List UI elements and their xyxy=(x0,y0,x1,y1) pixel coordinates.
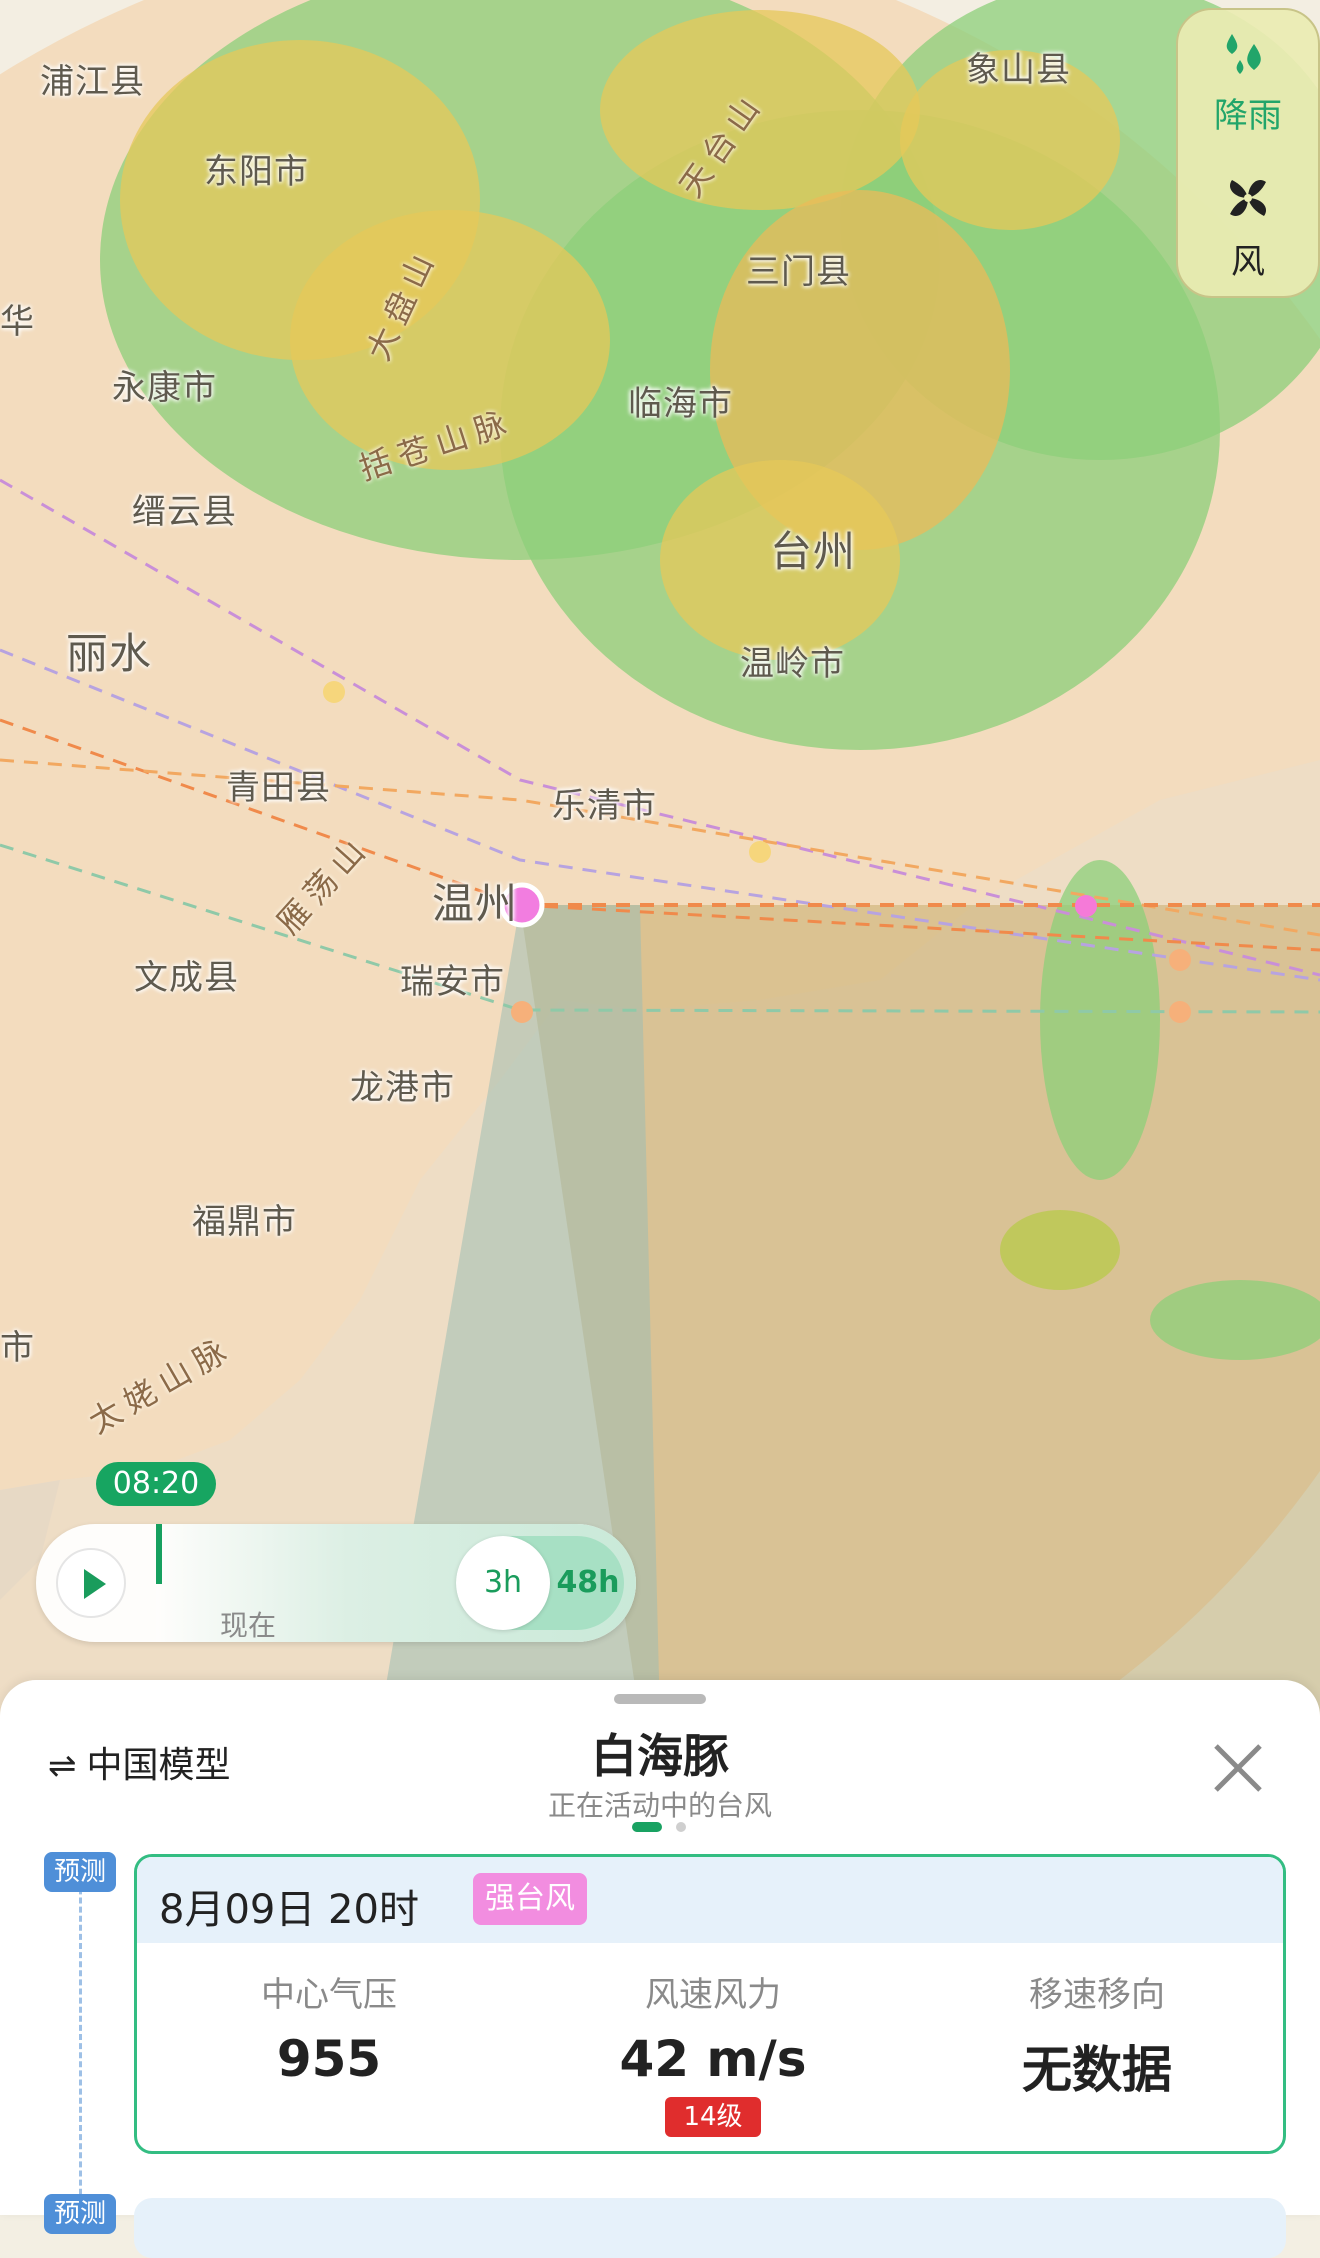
map-label: 温岭市 xyxy=(740,644,845,684)
map-label: 龙港市 xyxy=(350,1068,455,1108)
wind-stat: 风速风力 42 m/s xyxy=(521,1967,905,2088)
timeline-now-marker[interactable] xyxy=(156,1524,162,1584)
map-label: 浦江县 xyxy=(40,62,145,102)
typhoon-level-badge: 强台风 xyxy=(473,1873,587,1925)
weather-map[interactable]: 浦江县 东阳市 象山县 三门县 永康市 临海市 缙云县 台州 丽水 温岭市 青田… xyxy=(0,0,1320,1720)
raindrops-icon xyxy=(1226,34,1261,74)
play-button[interactable] xyxy=(56,1548,126,1618)
forecast-card-next[interactable] xyxy=(134,2198,1286,2258)
page-dot-active xyxy=(632,1822,662,1832)
close-icon[interactable] xyxy=(1210,1740,1266,1796)
wind-layer-button[interactable]: 风 xyxy=(1178,170,1318,283)
wind-value: 42 m/s xyxy=(619,2030,807,2088)
forecast-tag-next: 预测 xyxy=(44,2194,116,2234)
fan-icon xyxy=(1229,179,1267,217)
map-label: 三门县 xyxy=(746,252,851,292)
typhoon-name: 白海豚 xyxy=(591,1729,729,1783)
map-label: 瑞安市 xyxy=(400,962,505,1002)
range-48h-button[interactable]: 48h xyxy=(552,1536,624,1630)
map-label: 乐清市 xyxy=(552,786,657,826)
movement-stat: 移速移向 无数据 xyxy=(905,1967,1283,2102)
page-dot[interactable] xyxy=(676,1822,686,1832)
range-3h-button[interactable]: 3h xyxy=(456,1536,550,1630)
map-label: 市 xyxy=(0,1328,35,1368)
timeline-bar[interactable]: 现在 3h 48h xyxy=(36,1524,636,1642)
layer-toggle: 降雨 风 xyxy=(1176,8,1320,298)
movement-value: 无数据 xyxy=(1022,2041,1172,2099)
map-label: 象山县 xyxy=(966,50,1071,90)
play-icon xyxy=(84,1569,106,1599)
pressure-label: 中心气压 xyxy=(261,1975,397,2015)
typhoon-status: 正在活动中的台风 xyxy=(547,1789,772,1822)
map-label: 文成县 xyxy=(134,958,239,998)
map-label: 台州 xyxy=(770,527,857,576)
map-label: 丽水 xyxy=(66,629,153,678)
rain-layer-button[interactable]: 降雨 xyxy=(1178,30,1318,137)
movement-label: 移速移向 xyxy=(1029,1975,1165,2015)
map-label: 永康市 xyxy=(112,368,217,408)
wind-label: 风速风力 xyxy=(645,1975,781,2015)
current-time-badge: 08:20 xyxy=(96,1462,216,1506)
map-label: 华 xyxy=(0,302,35,342)
map-label: 缙云县 xyxy=(132,492,237,532)
wind-grade-badge: 14级 xyxy=(665,2097,761,2137)
pressure-stat: 中心气压 955 xyxy=(137,1967,521,2088)
now-label: 现在 xyxy=(220,1609,277,1642)
forecast-card-header: 8月09日 20时 强台风 xyxy=(137,1857,1283,1943)
forecast-datetime: 8月09日 20时 xyxy=(159,1887,419,1933)
typhoon-panel: ⇌ 中国模型 白海豚 正在活动中的台风 预测 8月09日 20时 强台风 中心气压… xyxy=(0,1680,1320,2258)
pressure-value: 955 xyxy=(276,2030,382,2088)
rain-layer-label: 降雨 xyxy=(1214,96,1282,136)
map-label: 福鼎市 xyxy=(192,1202,297,1242)
wind-layer-label: 风 xyxy=(1231,242,1265,282)
map-label: 东阳市 xyxy=(204,152,309,192)
range-toggle[interactable]: 3h 48h xyxy=(456,1536,624,1630)
map-label: 温州 xyxy=(432,879,519,928)
drag-handle[interactable] xyxy=(614,1694,706,1704)
map-label: 临海市 xyxy=(628,384,733,424)
forecast-card[interactable]: 8月09日 20时 强台风 中心气压 955 风速风力 42 m/s 14级 移… xyxy=(134,1854,1286,2154)
forecast-timeline-line xyxy=(79,1852,82,2222)
forecast-tag: 预测 xyxy=(44,1852,116,1892)
map-label: 青田县 xyxy=(226,768,331,808)
